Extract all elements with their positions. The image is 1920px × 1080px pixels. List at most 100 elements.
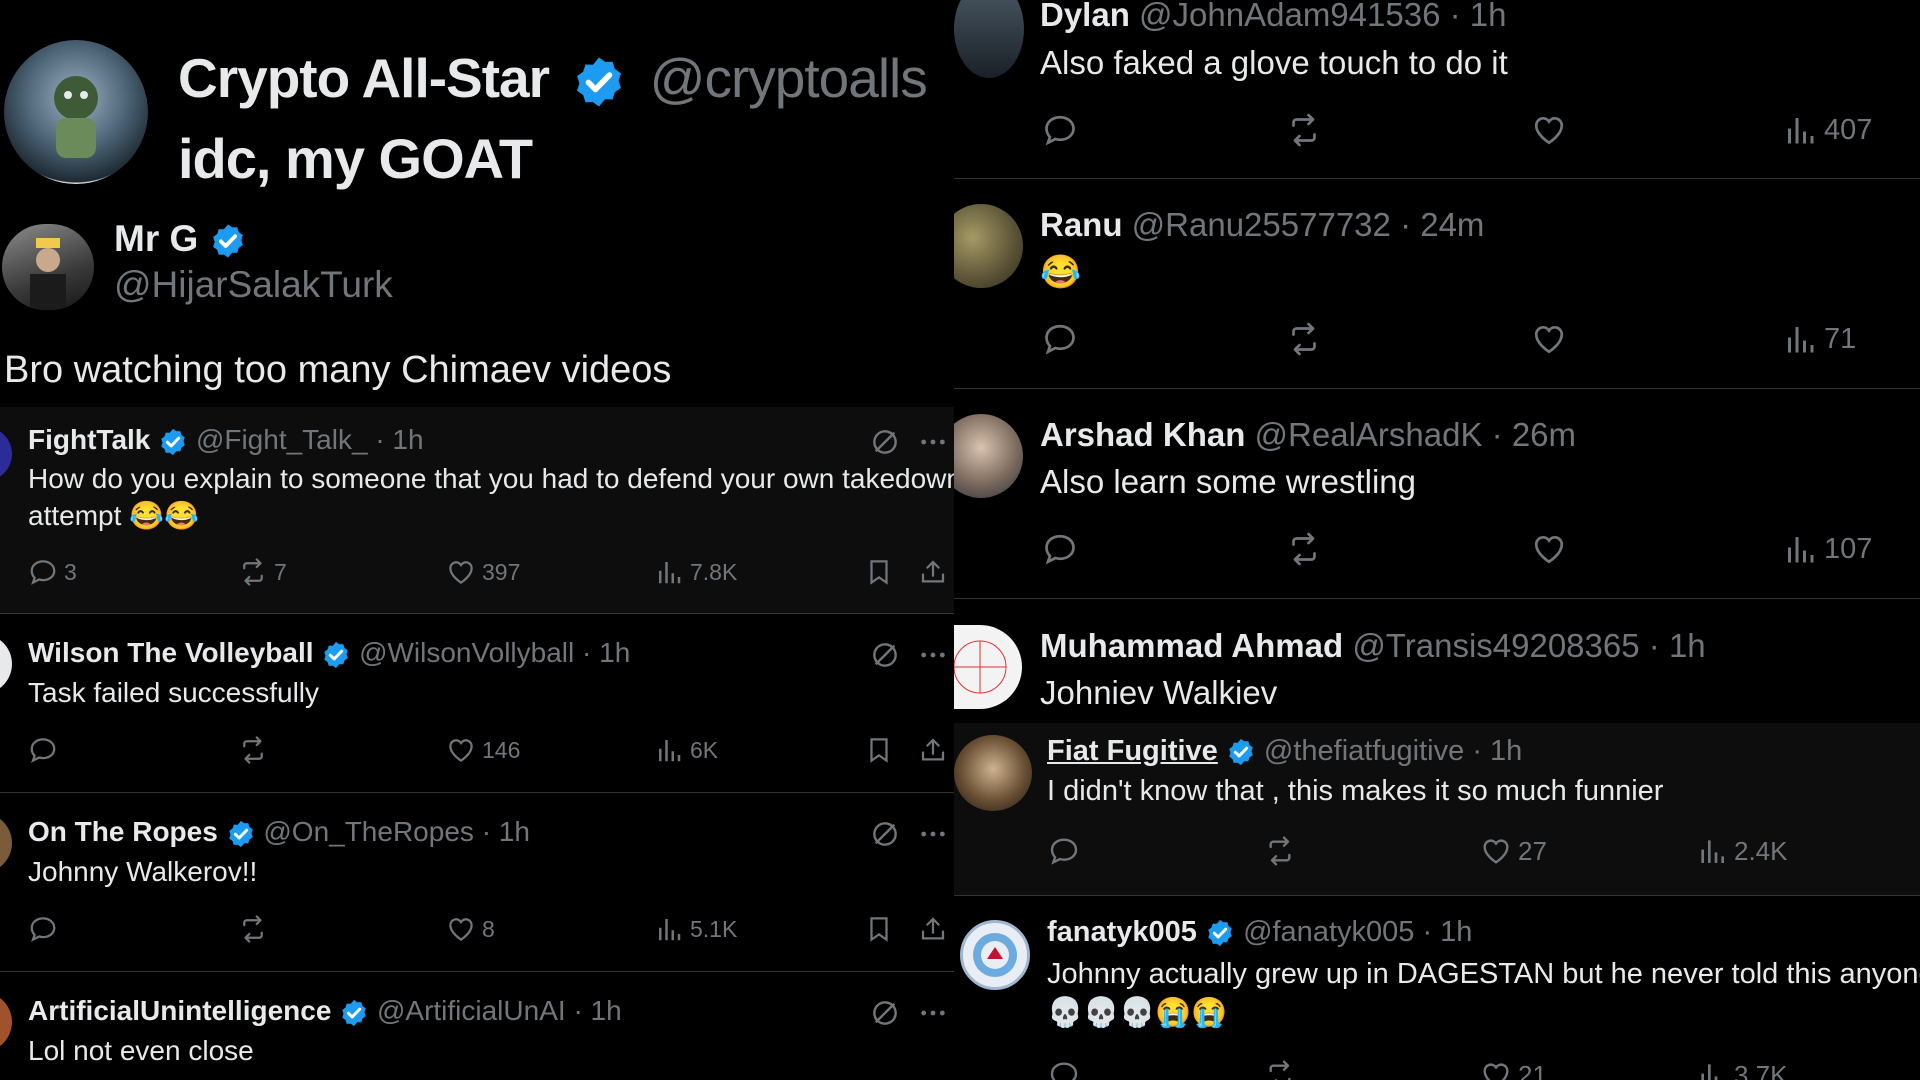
repost-action[interactable] — [238, 914, 268, 944]
reply-action[interactable] — [28, 735, 58, 765]
reply-name[interactable]: fanatyk005 — [1047, 916, 1197, 948]
reply-arshad-khan[interactable]: Arshad Khan @RealArshadK · 26m Also lear… — [954, 389, 1920, 598]
reply-time[interactable]: · 24m — [1400, 206, 1484, 243]
more-options-icon[interactable] — [917, 426, 949, 458]
views-action[interactable]: 6K — [654, 735, 718, 765]
reply-name[interactable]: Ranu — [1040, 206, 1123, 243]
mr-g-avatar[interactable] — [2, 224, 94, 310]
reply-name[interactable]: Wilson The Volleyball — [28, 637, 314, 668]
main-post-name[interactable]: Mr G — [114, 218, 198, 259]
reply-time[interactable]: · 1h — [1649, 627, 1706, 664]
big-quote-handle[interactable]: @cryptoalls — [650, 47, 928, 109]
reply-dylan[interactable]: Dylan @JohnAdam941536 · 1h Also faked a … — [954, 0, 1920, 178]
more-options-icon[interactable] — [917, 639, 949, 671]
reply-handle[interactable]: @fanatyk005 — [1243, 916, 1414, 948]
crypto-allstar-avatar[interactable] — [4, 40, 148, 184]
repost-icon[interactable] — [1264, 1059, 1296, 1080]
like-icon[interactable] — [1531, 531, 1567, 567]
reply-handle[interactable]: @Ranu25577732 — [1132, 206, 1391, 243]
reply-icon[interactable] — [1048, 1059, 1080, 1080]
reply-handle[interactable]: @ArtificialUnAI — [377, 995, 566, 1026]
reply-handle[interactable]: @On_TheRopes — [263, 816, 474, 847]
reply-name[interactable]: ArtificialUnintelligence — [28, 995, 331, 1026]
like-action[interactable]: 21 — [1480, 1059, 1547, 1080]
repost-icon[interactable] — [1264, 835, 1296, 867]
like-action[interactable]: 146 — [446, 735, 520, 765]
reply-name[interactable]: Arshad Khan — [1040, 416, 1245, 453]
repost-action[interactable] — [238, 735, 268, 765]
views-action[interactable]: 7.8K — [654, 557, 737, 587]
reply-wilson[interactable]: Wilson The Volleyball @WilsonVollyball ·… — [0, 614, 954, 792]
repost-action[interactable]: 7 — [238, 557, 287, 587]
reply-time[interactable]: · 1h — [573, 995, 621, 1026]
reply-artificial-unintelligence[interactable]: ArtificialUnintelligence @ArtificialUnAI… — [0, 972, 954, 1080]
reply-time[interactable]: · 1h — [582, 637, 630, 668]
share-icon[interactable] — [918, 735, 948, 765]
fanatyk-avatar[interactable] — [960, 920, 1030, 990]
like-action[interactable]: 397 — [446, 557, 520, 587]
repost-icon[interactable] — [1286, 321, 1322, 357]
reply-time[interactable]: · 1h — [375, 424, 423, 455]
reply-name[interactable]: Muhammad Ahmad — [1040, 627, 1343, 664]
reply-icon[interactable] — [1042, 112, 1078, 148]
reply-handle[interactable]: @Transis49208365 — [1352, 627, 1639, 664]
repost-icon[interactable] — [1286, 531, 1322, 567]
reply-handle[interactable]: @Fight_Talk_ — [196, 424, 368, 455]
reply-time[interactable]: · 1h — [1472, 735, 1522, 767]
reply-action[interactable]: 3 — [28, 557, 77, 587]
reply-name[interactable]: Dylan — [1040, 0, 1130, 33]
like-icon[interactable] — [1531, 112, 1567, 148]
like-action[interactable]: 27 — [1480, 835, 1547, 867]
reply-icon[interactable] — [1042, 321, 1078, 357]
views-action[interactable]: 2.4K — [1696, 835, 1788, 867]
fiat-avatar[interactable] — [954, 735, 1032, 811]
reply-on-the-ropes[interactable]: On The Ropes @On_TheRopes · 1h Johnny Wa… — [0, 793, 954, 971]
reply-handle[interactable]: @RealArshadK — [1255, 416, 1483, 453]
reply-handle[interactable]: @WilsonVollyball — [359, 637, 574, 668]
on-the-ropes-avatar[interactable] — [0, 813, 12, 873]
bookmark-icon[interactable] — [864, 914, 894, 944]
big-quote-name[interactable]: Crypto All-Star — [178, 47, 550, 109]
like-icon[interactable] — [1531, 321, 1567, 357]
grok-icon[interactable] — [869, 818, 901, 850]
reply-muhammad-ahmad[interactable]: Muhammad Ahmad @Transis49208365 · 1h Joh… — [954, 599, 1920, 723]
grok-icon[interactable] — [869, 997, 901, 1029]
views-action[interactable]: 107 — [1782, 531, 1872, 567]
reply-name[interactable]: FightTalk — [28, 424, 150, 455]
muhammad-avatar[interactable] — [954, 625, 1022, 709]
bookmark-icon[interactable] — [864, 557, 894, 587]
like-action[interactable]: 8 — [446, 914, 495, 944]
ranu-avatar[interactable] — [954, 204, 1023, 288]
reply-time[interactable]: · 26m — [1492, 416, 1576, 453]
artificial-avatar[interactable] — [0, 992, 12, 1052]
arshad-avatar[interactable] — [954, 414, 1023, 498]
reply-icon[interactable] — [1042, 531, 1078, 567]
reply-fanatyk005[interactable]: fanatyk005 @fanatyk005 · 1h Johnny actua… — [954, 896, 1920, 1080]
reply-fighttalk[interactable]: FightTalk @Fight_Talk_ · 1h How do you e… — [0, 407, 954, 613]
share-icon[interactable] — [918, 557, 948, 587]
views-action[interactable]: 71 — [1782, 321, 1856, 357]
reply-action[interactable] — [28, 914, 58, 944]
reply-name[interactable]: Fiat Fugitive — [1047, 735, 1218, 767]
share-icon[interactable] — [918, 914, 948, 944]
reply-icon[interactable] — [1048, 835, 1080, 867]
grok-icon[interactable] — [869, 426, 901, 458]
reply-name[interactable]: On The Ropes — [28, 816, 218, 847]
reply-handle[interactable]: @thefiatfugitive — [1264, 735, 1464, 767]
more-options-icon[interactable] — [917, 818, 949, 850]
reply-time[interactable]: · 1h — [482, 816, 530, 847]
views-action[interactable]: 407 — [1782, 112, 1872, 148]
repost-icon[interactable] — [1286, 112, 1322, 148]
reply-handle[interactable]: @JohnAdam941536 — [1139, 0, 1440, 33]
reply-time[interactable]: · 1h — [1450, 0, 1507, 33]
main-post-handle[interactable]: @HijarSalakTurk — [114, 264, 393, 306]
dylan-avatar[interactable] — [954, 0, 1024, 78]
grok-icon[interactable] — [869, 639, 901, 671]
wilson-avatar[interactable] — [0, 634, 12, 694]
views-action[interactable]: 3.7K — [1696, 1059, 1788, 1080]
bookmark-icon[interactable] — [864, 735, 894, 765]
reply-fiat-fugitive[interactable]: Fiat Fugitive @thefiatfugitive · 1h I di… — [954, 723, 1920, 895]
reply-time[interactable]: · 1h — [1422, 916, 1472, 948]
reply-ranu[interactable]: Ranu @Ranu25577732 · 24m 😂 71 — [954, 179, 1920, 388]
views-action[interactable]: 5.1K — [654, 914, 737, 944]
